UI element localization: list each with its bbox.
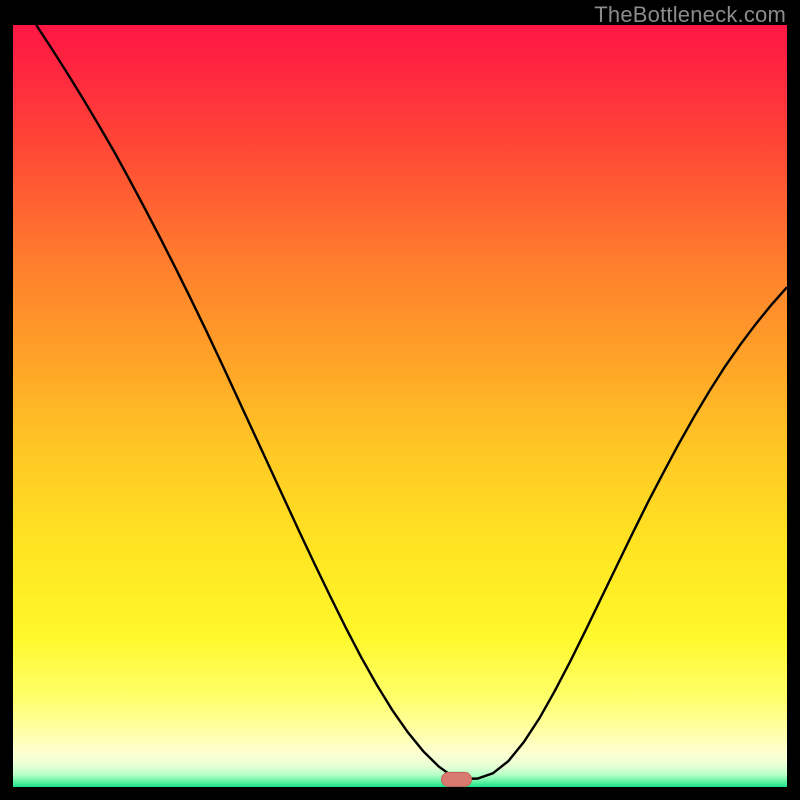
optimum-marker [442,772,472,786]
gradient-background [13,25,787,787]
watermark-text: TheBottleneck.com [594,2,786,28]
bottleneck-plot [13,25,787,787]
plot-frame [13,25,787,787]
